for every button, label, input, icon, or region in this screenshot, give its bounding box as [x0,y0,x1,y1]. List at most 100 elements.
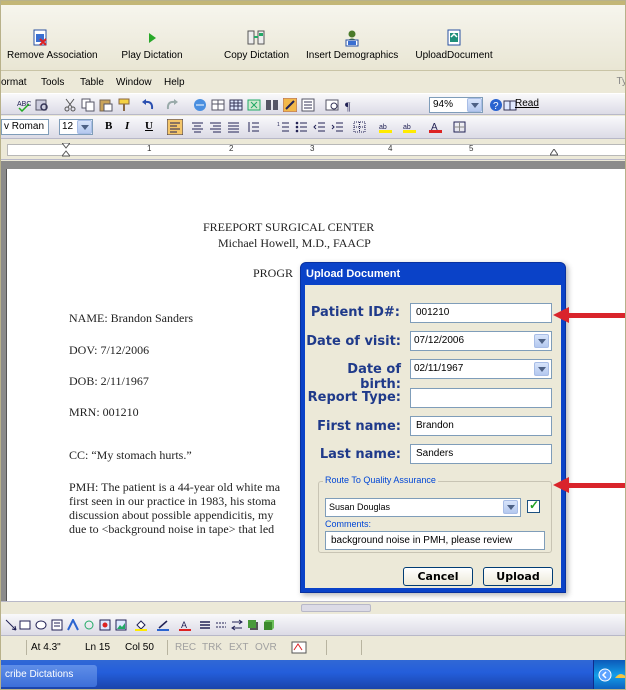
paste-icon[interactable] [99,98,113,112]
justify-icon[interactable] [227,121,240,133]
patient-id-field[interactable]: 001210 [410,303,552,323]
hyperlink-icon[interactable] [193,98,207,112]
read-button[interactable]: Read [515,98,539,109]
status-ext[interactable]: EXT [229,642,248,653]
bullets-icon[interactable] [295,121,308,133]
line-style-icon[interactable] [199,619,211,631]
help-icon[interactable]: ? [489,98,503,112]
zoom-select[interactable]: 94% [429,97,483,113]
remove-association-label: Remove Association [7,50,98,61]
date-of-birth-label: Date of birth: [347,362,401,392]
scroll-thumb[interactable] [301,604,371,612]
undo-icon[interactable] [141,98,155,112]
line-spacing-icon[interactable] [247,121,260,133]
tables-borders-icon[interactable] [211,98,225,112]
qa-reviewer-select[interactable]: Susan Douglas [325,498,521,517]
last-name-field[interactable]: Sanders [410,444,552,464]
date-of-visit-label: Date of visit: [306,334,401,349]
redo-icon[interactable] [165,98,179,112]
menu-window[interactable]: Window [116,77,152,88]
document-map-icon[interactable] [301,98,315,112]
font-size-select[interactable]: 12 [59,119,93,135]
remove-association-button[interactable]: Remove Association [7,29,98,61]
status-rec[interactable]: REC [175,642,196,653]
columns-icon[interactable] [265,98,279,112]
date-of-visit-select[interactable]: 07/12/2006 [410,331,552,351]
insert-table-icon[interactable] [229,98,243,112]
cut-icon[interactable] [63,98,77,112]
highlight-color-icon[interactable]: ab [403,121,416,133]
back-arrow-icon[interactable] [598,668,612,682]
status-ovr[interactable]: OVR [255,642,277,653]
increase-indent-icon[interactable] [331,121,344,133]
underline-button[interactable]: U [145,120,153,132]
menu-table[interactable]: Table [80,77,104,88]
spelling-status-icon[interactable] [291,641,307,654]
rectangle-icon[interactable] [19,619,31,631]
menu-help[interactable]: Help [164,77,185,88]
picture-icon[interactable] [115,619,127,631]
fill-color-icon[interactable] [135,619,147,631]
bold-button[interactable]: B [105,120,112,132]
horizontal-scrollbar[interactable] [1,601,625,613]
help-search-box[interactable]: Ty [616,76,625,87]
play-dictation-button[interactable]: Play Dictation [119,29,185,61]
font-color-icon[interactable]: A [179,619,191,631]
diagram-icon[interactable] [83,619,95,631]
outside-border-icon[interactable] [453,121,466,133]
align-right-icon[interactable] [209,121,222,133]
clip-art-icon[interactable] [99,619,111,631]
italic-button[interactable]: I [125,120,129,132]
format-painter-icon[interactable] [117,98,131,112]
align-left-icon[interactable] [167,119,183,135]
ruler-number: 3 [310,144,315,153]
insert-demographics-button[interactable]: Insert Demographics [306,29,398,61]
oval-icon[interactable] [35,619,47,631]
spelling-icon[interactable]: ABC [17,98,31,112]
cancel-button[interactable]: Cancel [403,567,473,586]
show-hide-icon[interactable]: ¶ [343,98,357,112]
font-name-value: v Roman [4,121,45,132]
shadow-style-icon[interactable] [247,619,259,631]
date-of-birth-select[interactable]: 02/11/1967 [410,359,552,379]
app-tray-icon[interactable] [614,668,626,682]
arrow-icon[interactable] [5,619,17,631]
upload-document-button[interactable]: UploadDocument [413,29,495,61]
numbering-icon[interactable]: 1 [277,121,290,133]
wordart-icon[interactable] [67,619,79,631]
reading-layout-icon[interactable] [325,98,339,112]
highlight-icon[interactable]: ab [379,121,392,133]
zoom-value: 94% [433,99,454,110]
text-box-icon[interactable] [51,619,63,631]
align-center-icon[interactable] [191,121,204,133]
menu-format[interactable]: ormat [1,77,27,88]
font-name-select[interactable]: v Roman [1,119,49,135]
right-indent-marker-icon[interactable] [550,149,558,156]
borders-icon[interactable] [353,121,366,133]
comments-field[interactable]: background noise in PMH, please review [325,531,545,550]
line-color-icon[interactable] [157,619,169,631]
taskbar-app-button[interactable]: cribe Dictations [1,665,97,687]
report-type-field[interactable] [410,388,552,408]
indent-marker-icon[interactable] [62,143,70,157]
copy-dictation-button[interactable]: Copy Dictation [224,29,289,61]
drawing-icon[interactable] [283,98,297,112]
insert-excel-icon[interactable] [247,98,261,112]
formatting-toolbar: v Roman 12 B I U 1 ab ab A [1,116,625,139]
status-trk[interactable]: TRK [202,642,222,653]
upload-button[interactable]: Upload [483,567,553,586]
ruler[interactable]: 1 2 3 4 5 [1,140,625,160]
dash-style-icon[interactable] [215,619,227,631]
dialog-title: Upload Document [306,268,401,280]
copy-icon[interactable] [81,98,95,112]
custom-toolbar: Remove Association Play Dictation Copy D… [1,1,625,71]
first-name-field[interactable]: Brandon [410,416,552,436]
arrow-style-icon[interactable] [231,619,243,631]
3d-style-icon[interactable] [263,619,275,631]
decrease-indent-icon[interactable] [313,121,326,133]
quality-assurance-group: Route To Quality Assurance Susan Douglas… [318,475,552,553]
menu-tools[interactable]: Tools [41,77,64,88]
research-icon[interactable] [35,98,49,112]
qa-route-checkbox[interactable] [527,498,540,513]
font-color-icon[interactable]: A [429,121,442,133]
